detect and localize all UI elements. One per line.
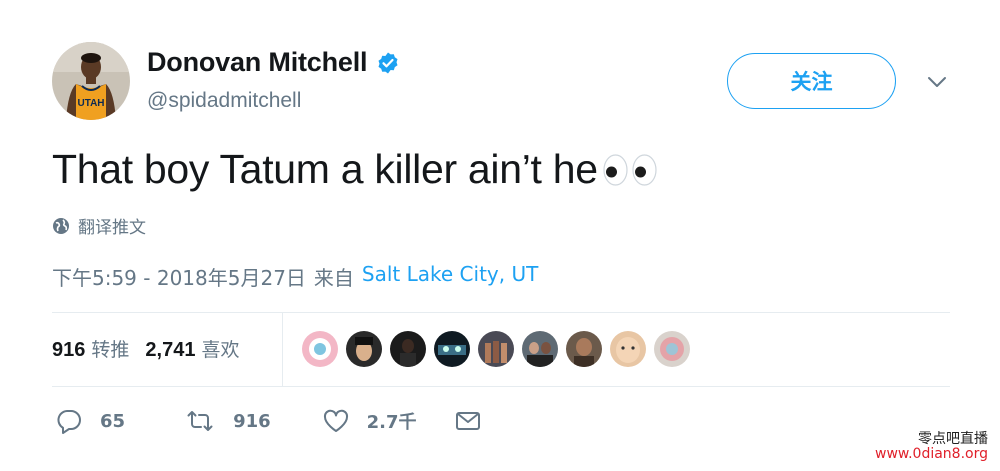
timestamp[interactable]: 下午5:59 - 2018年5月27日 [52, 262, 306, 291]
stats-divider [282, 313, 283, 386]
eye-right-icon [632, 153, 657, 186]
direct-message-action[interactable] [455, 408, 481, 434]
globe-icon [53, 217, 69, 234]
follow-button[interactable]: 关注 [727, 53, 896, 109]
name-row[interactable]: Donovan Mitchell [147, 47, 400, 78]
like-action[interactable]: 2.7千 [323, 408, 417, 434]
watermark-line2: www.0dian8.org [875, 445, 988, 462]
verified-badge-icon [376, 51, 400, 75]
envelope-icon[interactable] [455, 408, 481, 434]
retweets-label: 转推 [91, 339, 130, 361]
retweet-icon[interactable] [187, 408, 213, 434]
eye-left-icon [603, 153, 628, 186]
liker-avatar[interactable] [302, 331, 338, 367]
heart-icon[interactable] [323, 408, 349, 434]
retweets-stat[interactable]: 916 转推 [52, 335, 129, 362]
likes-label: 喜欢 [201, 339, 240, 361]
avatar[interactable]: UTAH [52, 42, 130, 120]
liker-avatar[interactable] [654, 331, 690, 367]
retweets-count: 916 [52, 339, 86, 361]
reply-icon[interactable] [56, 408, 82, 434]
retweet-action[interactable]: 916 [187, 408, 271, 434]
divider-bottom [52, 386, 950, 387]
liker-avatar[interactable] [346, 331, 382, 367]
reply-action[interactable]: 65 [56, 408, 125, 434]
retweet-count: 916 [233, 410, 271, 432]
tweet-stats: 916 转推 2,741 喜欢 [52, 335, 239, 362]
divider-top [52, 312, 950, 313]
liker-avatar[interactable] [610, 331, 646, 367]
likes-stat[interactable]: 2,741 喜欢 [145, 335, 239, 362]
watermark: 零点吧直播 www.0dian8.org [875, 432, 988, 461]
liker-avatar[interactable] [566, 331, 602, 367]
liker-avatar[interactable] [390, 331, 426, 367]
watermark-line1: 零点吧直播 [918, 431, 988, 447]
reply-count: 65 [100, 410, 126, 432]
avatar-image: UTAH [52, 42, 130, 120]
display-name[interactable]: Donovan Mitchell [147, 47, 368, 78]
translate-label[interactable]: 翻译推文 [78, 213, 146, 238]
translate-tweet-link[interactable]: 翻译推文 [52, 213, 146, 238]
like-count: 2.7千 [366, 412, 417, 433]
liker-avatar[interactable] [522, 331, 558, 367]
avatar-jersey-text: UTAH [77, 98, 104, 109]
likes-count: 2,741 [145, 339, 196, 361]
chevron-down-icon[interactable] [925, 70, 949, 94]
from-label: 来自 [313, 266, 354, 290]
tweet-meta: 下午5:59 - 2018年5月27日 来自 Salt Lake City, U… [52, 262, 538, 291]
tweet-actions: 65 916 2.7千 [56, 408, 481, 434]
tweet-body: That boy Tatum a killer ain’t he [52, 146, 598, 192]
liker-avatar[interactable] [478, 331, 514, 367]
liker-avatar[interactable] [434, 331, 470, 367]
likers-avatars [302, 331, 698, 367]
eyes-emoji-icon [600, 153, 658, 187]
user-handle[interactable]: @spidadmitchell [147, 89, 301, 113]
location-link[interactable]: Salt Lake City, UT [362, 262, 538, 291]
tweet-text: That boy Tatum a killer ain’t he [52, 146, 658, 193]
